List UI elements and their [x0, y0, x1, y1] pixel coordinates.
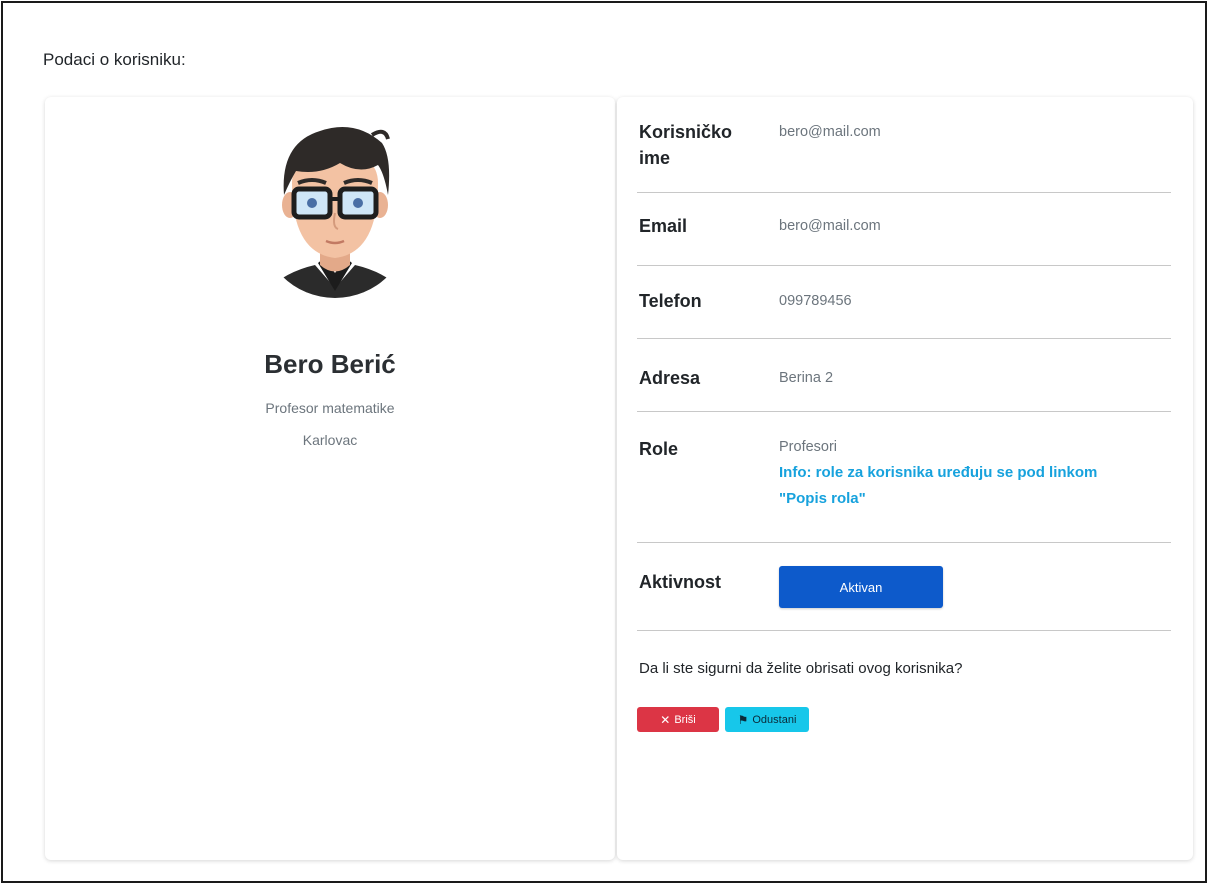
- user-name: Bero Berić: [264, 349, 396, 379]
- detail-row-email: Email bero@mail.com: [637, 193, 1171, 266]
- cancel-button[interactable]: ⚑ Odustani: [725, 707, 809, 732]
- cancel-button-label: Odustani: [752, 713, 797, 726]
- username-label: Korisničko ime: [639, 122, 733, 168]
- profile-card: Bero Berić Profesor matematike Karlovac: [45, 97, 615, 860]
- active-status-button[interactable]: Aktivan: [779, 566, 943, 608]
- role-info-text: Info: role za korisnika uređuju se pod l…: [779, 464, 1098, 507]
- email-label: Email: [639, 216, 688, 236]
- email-value: bero@mail.com: [779, 218, 881, 234]
- role-value: Profesori: [779, 439, 838, 455]
- delete-button-label: Briši: [674, 713, 696, 726]
- flag-icon: ⚑: [737, 712, 749, 727]
- phone-label: Telefon: [639, 291, 702, 311]
- address-label: Adresa: [639, 368, 701, 388]
- role-label: Role: [639, 439, 679, 459]
- page-title: Podaci o korisniku:: [43, 50, 186, 69]
- address-value: Berina 2: [779, 370, 834, 386]
- x-icon: ✕: [660, 712, 671, 727]
- detail-row-role: Role Profesori Info: role za korisnika u…: [637, 412, 1171, 543]
- detail-row-username: Korisničko ime bero@mail.com: [637, 119, 1171, 193]
- username-value: bero@mail.com: [779, 124, 881, 140]
- activity-label: Aktivnost: [639, 572, 722, 592]
- page-frame: Podaci o korisniku: Bero Berić Profesor …: [1, 1, 1207, 883]
- user-city: Karlovac: [302, 432, 358, 448]
- avatar: [260, 127, 410, 298]
- user-job-title: Profesor matematike: [265, 400, 395, 416]
- phone-value: 099789456: [779, 293, 852, 309]
- detail-row-activity: Aktivnost Aktivan: [637, 543, 1171, 631]
- details-card: Korisničko ime bero@mail.com Email bero@…: [617, 97, 1193, 860]
- detail-row-phone: Telefon 099789456: [637, 266, 1171, 339]
- detail-row-address: Adresa Berina 2: [637, 339, 1171, 412]
- delete-button[interactable]: ✕ Briši: [637, 707, 719, 732]
- delete-confirm-question: Da li ste sigurni da želite obrisati ovo…: [639, 660, 963, 677]
